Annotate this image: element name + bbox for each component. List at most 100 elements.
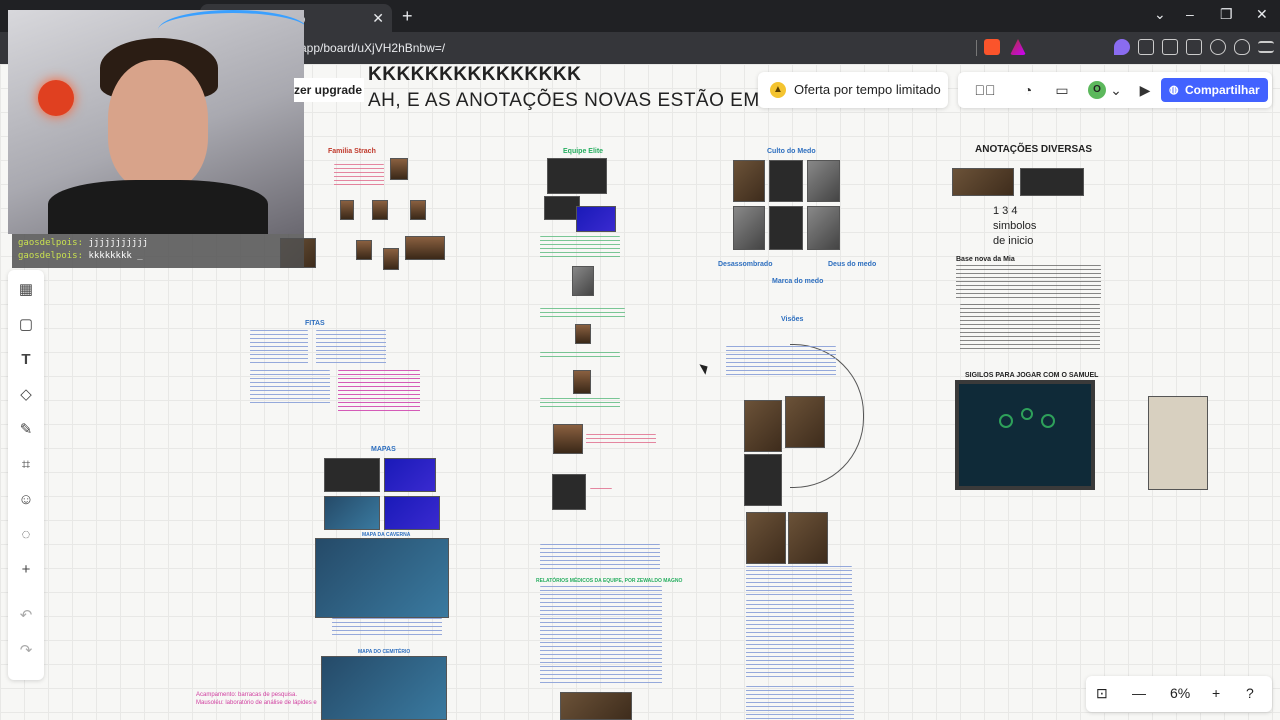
cult-image[interactable] bbox=[769, 160, 803, 202]
share-page-icon[interactable] bbox=[1162, 39, 1178, 55]
vision-image[interactable] bbox=[744, 400, 782, 452]
tab-search-icon[interactable]: ⌄ bbox=[1154, 6, 1166, 23]
reactions-icon[interactable]: ఠ⃝ bbox=[968, 80, 1002, 100]
fit-to-screen-icon[interactable]: ⊡ bbox=[1096, 685, 1108, 702]
notes-image[interactable] bbox=[1020, 168, 1084, 196]
zoom-level[interactable]: 6% bbox=[1170, 685, 1190, 701]
chevron-down-icon[interactable]: ⌄ bbox=[1106, 80, 1126, 100]
portrait-image[interactable] bbox=[575, 324, 591, 344]
chat-message: gaosdelpois: kkkkkkkk _ bbox=[18, 250, 298, 263]
equipe-notes bbox=[590, 488, 612, 492]
acampamento-note: Acampamento: barracas de pesquisa. bbox=[196, 692, 298, 698]
cult-image[interactable] bbox=[807, 160, 840, 202]
chat-icon[interactable]: ◔ bbox=[1018, 80, 1038, 100]
text-icon[interactable]: T bbox=[16, 350, 36, 370]
base-notes bbox=[960, 304, 1100, 352]
portrait-image[interactable] bbox=[572, 266, 594, 296]
video-icon[interactable]: ▭ bbox=[1052, 80, 1072, 100]
address-bar[interactable]: app/board/uXjVH2hBnbw=/ bbox=[300, 38, 990, 60]
chat-message: gaosdelpois: jjjjjjjjjjj bbox=[18, 237, 298, 250]
visoes-label: Visões bbox=[781, 316, 804, 323]
vision-image[interactable] bbox=[746, 512, 786, 564]
fitas-notes bbox=[316, 330, 386, 366]
zoom-in-icon[interactable]: + bbox=[1212, 685, 1220, 701]
sigil-image[interactable] bbox=[955, 380, 1095, 490]
redo-icon[interactable]: ↷ bbox=[16, 641, 36, 661]
chat-overlay: gaosdelpois: jjjjjjjjjjj gaosdelpois: kk… bbox=[12, 234, 304, 268]
simbolos-line-1: 1 3 4 bbox=[993, 205, 1018, 217]
map-image[interactable] bbox=[324, 458, 380, 492]
templates-icon[interactable]: ▦ bbox=[16, 280, 36, 300]
vision-image[interactable] bbox=[785, 396, 825, 448]
portrait-image[interactable] bbox=[356, 240, 372, 260]
pen-icon[interactable]: ✎ bbox=[16, 420, 36, 440]
cult-image[interactable] bbox=[733, 160, 765, 202]
sticky-note-icon[interactable]: ▢ bbox=[16, 315, 36, 335]
marca-medo-label: Marca do medo bbox=[772, 278, 824, 285]
cult-image[interactable] bbox=[807, 206, 840, 250]
map-image[interactable] bbox=[384, 458, 436, 492]
brave-rewards-icon[interactable] bbox=[1010, 39, 1026, 55]
share-button[interactable]: ◍ Compartilhar bbox=[1161, 78, 1268, 102]
cult-image[interactable] bbox=[769, 206, 803, 250]
avatar[interactable]: O bbox=[1088, 81, 1106, 99]
extension-drop-icon[interactable] bbox=[1114, 39, 1130, 55]
undo-icon[interactable]: ↶ bbox=[16, 606, 36, 626]
help-icon[interactable]: ? bbox=[1246, 685, 1254, 701]
emoji-icon[interactable]: ☺ bbox=[16, 490, 36, 510]
cult-image[interactable] bbox=[733, 206, 765, 250]
relatorios-label: RELATÓRIOS MÉDICOS DA EQUIPE, POR ZEWALD… bbox=[536, 578, 683, 584]
maximize-icon[interactable]: ❐ bbox=[1220, 6, 1233, 23]
portrait-image[interactable] bbox=[573, 370, 591, 394]
familia-notes bbox=[334, 164, 384, 186]
add-icon[interactable]: + bbox=[16, 560, 36, 580]
share-label: Compartilhar bbox=[1185, 83, 1260, 97]
sidebar-icon[interactable] bbox=[1186, 39, 1202, 55]
new-tab-icon[interactable]: + bbox=[402, 6, 413, 27]
portrait-image[interactable] bbox=[390, 158, 408, 180]
chat-text: jjjjjjjjjjj bbox=[88, 238, 149, 248]
sigil-ring bbox=[1041, 414, 1055, 428]
portrait-image[interactable] bbox=[372, 200, 388, 220]
minimize-icon[interactable]: – bbox=[1186, 6, 1194, 22]
upgrade-button[interactable]: zer upgrade bbox=[294, 78, 364, 102]
team-photo[interactable] bbox=[576, 206, 616, 232]
browser-menu-icon[interactable] bbox=[1258, 41, 1274, 53]
extensions-icon[interactable] bbox=[1138, 39, 1154, 55]
team-photo[interactable] bbox=[544, 196, 580, 220]
laughter-heading: KKKKKKKKKKKKKKK bbox=[368, 64, 582, 85]
portrait-image[interactable] bbox=[340, 200, 354, 220]
zoom-out-icon[interactable]: — bbox=[1132, 685, 1146, 701]
close-window-icon[interactable]: ✕ bbox=[1256, 6, 1268, 23]
portrait-image[interactable] bbox=[553, 424, 583, 454]
equipe-notes bbox=[540, 236, 620, 260]
streamer-face bbox=[108, 60, 208, 190]
close-tab-icon[interactable]: ✕ bbox=[372, 10, 384, 27]
mapa-cemiterio-label: MAPA DO CEMITÉRIO bbox=[358, 649, 411, 655]
cave-map-image[interactable] bbox=[315, 538, 449, 618]
portrait-image[interactable] bbox=[405, 236, 445, 260]
sigilos-title: SIGILOS PARA JOGAR COM O SAMUEL bbox=[965, 372, 1099, 379]
present-icon[interactable]: ▶ bbox=[1135, 80, 1155, 100]
portrait-image[interactable] bbox=[383, 248, 399, 270]
sketch-image[interactable] bbox=[1148, 396, 1208, 490]
vision-image[interactable] bbox=[744, 454, 782, 506]
leo-ai-icon[interactable] bbox=[1210, 39, 1226, 55]
comment-icon[interactable]: ◌ bbox=[16, 525, 36, 545]
map-image[interactable] bbox=[324, 496, 380, 530]
brave-shield-icon[interactable] bbox=[984, 39, 1000, 55]
chat-text: kkkkkkkk _ bbox=[88, 251, 143, 261]
map-image[interactable] bbox=[384, 496, 440, 530]
frame-icon[interactable]: ⌗ bbox=[16, 455, 36, 475]
portrait-image[interactable] bbox=[552, 474, 586, 510]
book-image[interactable] bbox=[560, 692, 632, 720]
fitas-notes bbox=[250, 370, 330, 404]
portrait-image[interactable] bbox=[410, 200, 426, 220]
offer-button[interactable]: ▲ Oferta por tempo limitado bbox=[758, 72, 948, 108]
notes-image[interactable] bbox=[952, 168, 1014, 196]
vpn-icon[interactable] bbox=[1234, 39, 1250, 55]
shapes-icon[interactable]: ◇ bbox=[16, 385, 36, 405]
team-photo[interactable] bbox=[547, 158, 607, 194]
cemetery-map-image[interactable] bbox=[321, 656, 447, 720]
vision-image[interactable] bbox=[788, 512, 828, 564]
